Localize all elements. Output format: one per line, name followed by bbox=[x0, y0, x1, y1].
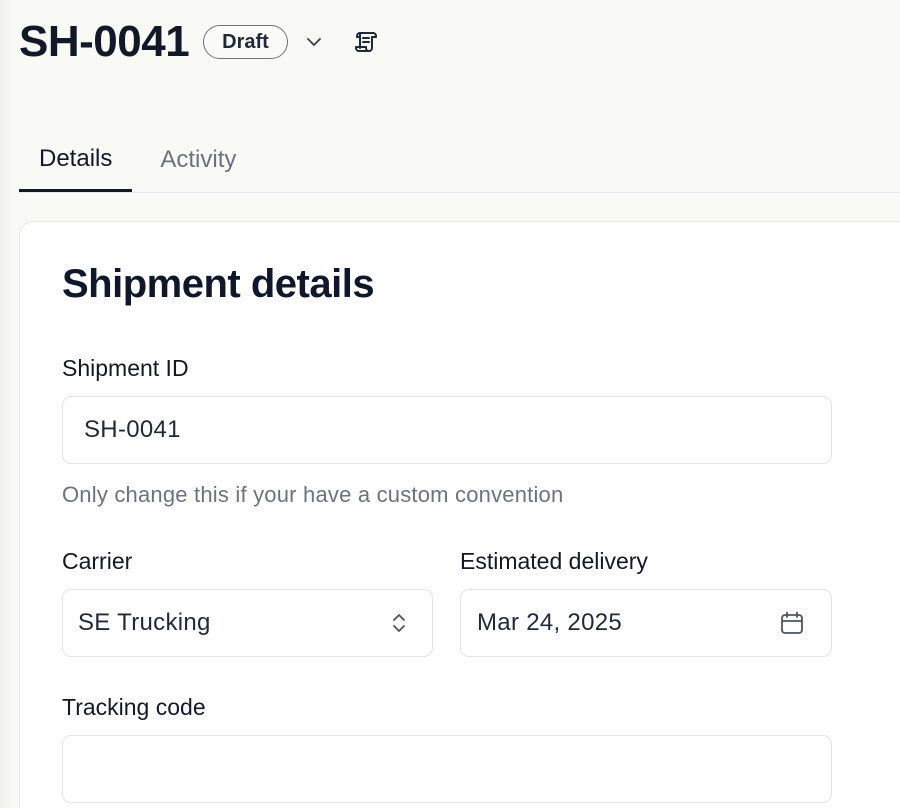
tab-activity[interactable]: Activity bbox=[132, 128, 256, 192]
estimated-delivery-value: Mar 24, 2025 bbox=[477, 609, 623, 636]
tab-bar: Details Activity bbox=[19, 128, 900, 193]
status-badge: Draft bbox=[203, 25, 288, 59]
shipment-id-label: Shipment ID bbox=[62, 355, 189, 381]
shipment-id-hint: Only change this if your have a custom c… bbox=[62, 482, 564, 507]
page-title: SH-0041 bbox=[19, 17, 190, 66]
status-menu-button[interactable] bbox=[302, 30, 326, 54]
estimated-delivery-label: Estimated delivery bbox=[460, 548, 648, 574]
shipment-details-card: Shipment details Shipment ID SH-0041 Onl… bbox=[19, 221, 900, 808]
carrier-value: SE Trucking bbox=[78, 609, 211, 636]
calendar-button[interactable] bbox=[779, 610, 805, 636]
sidebar-edge bbox=[0, 0, 12, 808]
shipment-id-input[interactable]: SH-0041 bbox=[62, 396, 832, 464]
shipment-id-value: SH-0041 bbox=[84, 416, 181, 443]
tab-details[interactable]: Details bbox=[19, 128, 133, 192]
log-button[interactable] bbox=[352, 28, 380, 56]
tracking-code-label: Tracking code bbox=[62, 694, 206, 720]
tracking-code-input[interactable] bbox=[62, 735, 832, 803]
estimated-delivery-input[interactable]: Mar 24, 2025 bbox=[460, 589, 832, 657]
card-title: Shipment details bbox=[62, 262, 375, 306]
carrier-label: Carrier bbox=[62, 548, 133, 574]
page: SH-0041 Draft Details Activity Shipment … bbox=[0, 0, 900, 808]
chevron-up-down-icon bbox=[393, 614, 405, 632]
chevron-down-icon bbox=[306, 38, 321, 46]
carrier-select[interactable]: SE Trucking bbox=[62, 589, 433, 657]
calendar-icon bbox=[781, 611, 803, 634]
scroll-icon bbox=[354, 32, 377, 52]
page-header: SH-0041 Draft bbox=[19, 18, 380, 66]
